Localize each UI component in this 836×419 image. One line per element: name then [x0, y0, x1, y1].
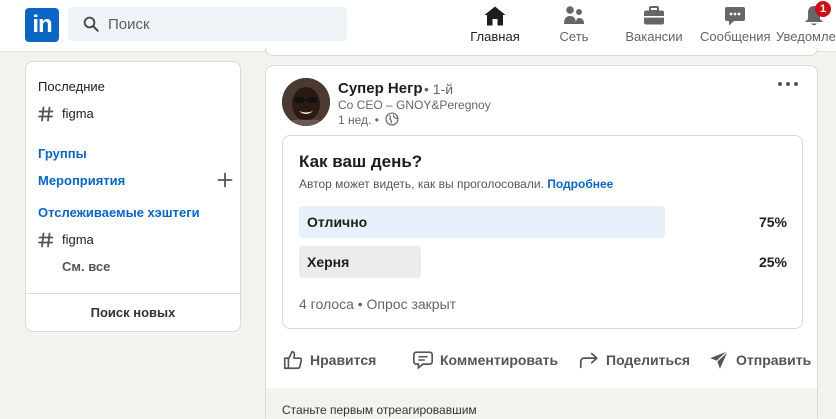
- author-photo: [282, 78, 330, 126]
- poll-option-percent: 25%: [758, 254, 787, 270]
- poll-footer: 4 голоса • Опрос закрыт: [299, 296, 457, 312]
- comment-button[interactable]: Комментировать: [412, 340, 558, 380]
- send-button[interactable]: Отправить: [708, 340, 811, 380]
- send-icon: [710, 350, 729, 369]
- send-label: Отправить: [736, 352, 812, 368]
- see-all-link[interactable]: См. все: [62, 259, 110, 274]
- poll-option-label: Херня: [307, 254, 350, 270]
- linkedin-logo[interactable]: in: [25, 8, 59, 42]
- poll-option: Херня 25%: [299, 246, 787, 278]
- thumbs-up-icon: [283, 350, 303, 370]
- poll-container: Как ваш день? Автор может видеть, как вы…: [282, 135, 803, 329]
- recent-hashtag-item[interactable]: figma: [38, 105, 94, 125]
- recent-hashtag-label: figma: [62, 106, 94, 122]
- search-box[interactable]: [68, 7, 347, 41]
- post-card: Супер Негр • 1-й Co CEO – GNOY&Peregnoy …: [265, 65, 818, 419]
- sidebar-card: Последние figma Группы Мероприятия Отсле…: [25, 61, 241, 332]
- avatar[interactable]: [282, 78, 330, 126]
- post-actions: Нравится Комментировать Поделиться Отпра…: [266, 340, 817, 380]
- previous-post-edge: [265, 48, 818, 56]
- groups-link[interactable]: Группы: [38, 146, 87, 161]
- share-label: Поделиться: [606, 352, 691, 368]
- nav-home[interactable]: Главная: [456, 0, 534, 52]
- hashtag-icon: [38, 106, 54, 121]
- followed-hashtags-link[interactable]: Отслеживаемые хэштеги: [38, 205, 200, 220]
- like-button[interactable]: Нравится: [282, 340, 376, 380]
- comment-label: Комментировать: [440, 352, 559, 368]
- like-label: Нравится: [310, 352, 377, 368]
- home-icon: [484, 6, 506, 26]
- people-icon: [564, 6, 584, 24]
- post-timestamp: 1 нед. •: [338, 113, 379, 127]
- nav-jobs-label: Вакансии: [625, 29, 683, 44]
- learn-more-link[interactable]: Подробнее: [547, 177, 613, 191]
- followed-hashtag-item[interactable]: figma: [38, 231, 94, 251]
- react-prompt: Станьте первым отреагировавшим: [282, 403, 477, 417]
- followed-hashtag-label: figma: [62, 232, 94, 248]
- events-link[interactable]: Мероприятия: [38, 173, 125, 188]
- find-new-button[interactable]: Поиск новых: [26, 293, 240, 331]
- notification-badge: 1: [815, 1, 831, 17]
- author-headline: Co CEO – GNOY&Peregnoy: [338, 98, 491, 112]
- poll-option-label: Отлично: [307, 214, 368, 230]
- poll-note-text: Автор может видеть, как вы проголосовали…: [299, 177, 544, 191]
- hashtag-icon: [38, 232, 54, 247]
- nav-messaging[interactable]: Сообщения: [700, 0, 771, 52]
- nav-network[interactable]: Сеть: [545, 0, 603, 52]
- nav-notifications-label: Уведомлен: [776, 29, 836, 44]
- author-name[interactable]: Супер Негр: [338, 80, 423, 97]
- briefcase-icon: [644, 6, 664, 25]
- reactions-strip: Станьте первым отреагировавшим: [266, 388, 817, 419]
- add-event-icon[interactable]: [217, 172, 233, 188]
- recent-title: Последние: [38, 79, 105, 94]
- search-icon: [83, 16, 99, 32]
- nav-jobs[interactable]: Вакансии: [622, 0, 686, 52]
- poll-option-percent: 75%: [758, 214, 787, 230]
- nav-network-label: Сеть: [559, 29, 589, 44]
- nav-home-label: Главная: [470, 29, 520, 44]
- chat-icon: [725, 7, 745, 26]
- top-navigation-bar: in Главная Сеть Вакансии Сообщения Уведо…: [0, 0, 836, 52]
- share-button[interactable]: Поделиться: [578, 340, 690, 380]
- poll-note: Автор может видеть, как вы проголосовали…: [299, 177, 613, 191]
- poll-question: Как ваш день?: [299, 152, 423, 171]
- poll-option: Отлично 75%: [299, 206, 787, 238]
- share-icon: [579, 352, 598, 369]
- more-options-icon[interactable]: [776, 76, 800, 92]
- connection-degree: • 1-й: [424, 81, 454, 97]
- search-input[interactable]: [108, 7, 338, 41]
- globe-icon: [385, 112, 399, 126]
- comment-icon: [413, 351, 433, 370]
- nav-messaging-label: Сообщения: [700, 29, 771, 44]
